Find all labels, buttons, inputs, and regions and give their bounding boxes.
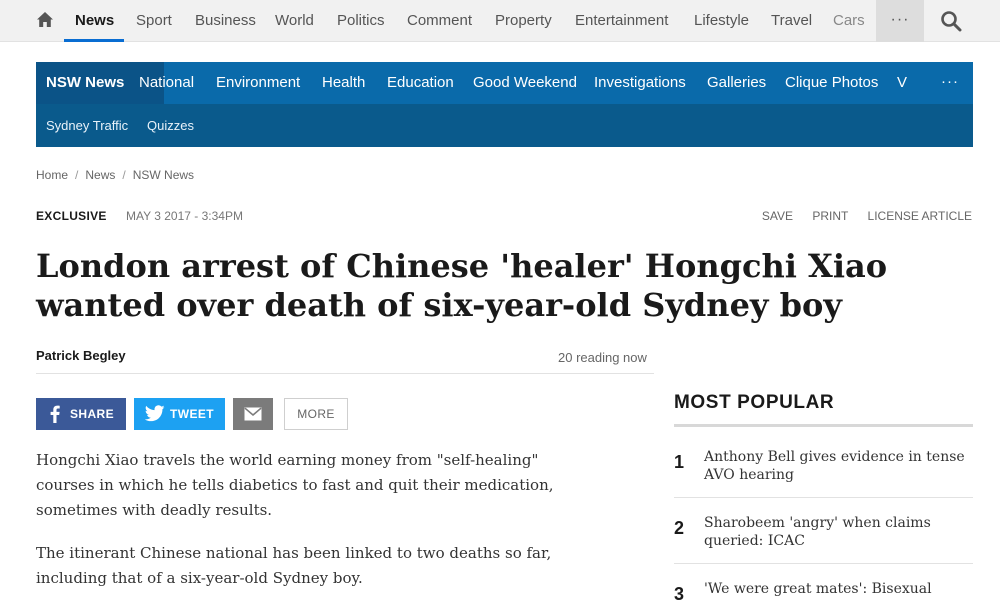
article-paragraph: The itinerant Chinese national has been …: [36, 544, 552, 587]
facebook-icon: [50, 405, 60, 423]
section-item-quizzes[interactable]: Quizzes: [147, 118, 194, 133]
section-nav-more-button[interactable]: ···: [941, 73, 959, 90]
section-nav: NSW News National Environment Health Edu…: [36, 62, 973, 147]
divider: [674, 563, 973, 564]
license-article-button[interactable]: LICENSE ARTICLE: [868, 209, 972, 223]
section-item-education[interactable]: Education: [387, 74, 454, 91]
breadcrumb-home[interactable]: Home: [36, 168, 68, 182]
nav-item-lifestyle[interactable]: Lifestyle: [694, 12, 749, 29]
nav-item-politics[interactable]: Politics: [337, 12, 385, 29]
nav-more-button[interactable]: ···: [876, 0, 924, 42]
section-item-nsw-news[interactable]: NSW News: [46, 74, 124, 91]
breadcrumb-news[interactable]: News: [85, 168, 115, 182]
active-nav-underline: [64, 39, 124, 42]
article-date: MAY 3 2017 - 3:34PM: [126, 209, 243, 223]
exclusive-label: EXCLUSIVE: [36, 209, 107, 223]
divider: [36, 373, 654, 374]
article-headline: London arrest of Chinese 'healer' Hongch…: [36, 247, 888, 324]
section-item-galleries[interactable]: Galleries: [707, 74, 766, 91]
rank-number: 3: [674, 584, 685, 600]
nav-item-news[interactable]: News: [75, 12, 114, 29]
print-button[interactable]: PRINT: [812, 209, 848, 223]
divider: [674, 497, 973, 498]
search-icon[interactable]: [940, 10, 962, 32]
nav-item-comment[interactable]: Comment: [407, 12, 472, 29]
story-link[interactable]: 'We were great mates': Bisexual: [704, 580, 969, 598]
section-nav-primary: NSW News National Environment Health Edu…: [36, 62, 973, 104]
email-share-button[interactable]: [233, 398, 273, 430]
nav-item-property[interactable]: Property: [495, 12, 552, 29]
story-link[interactable]: Sharobeem 'angry' when claims queried: I…: [704, 514, 969, 550]
save-button[interactable]: SAVE: [762, 209, 793, 223]
author-byline[interactable]: Patrick Begley: [36, 348, 126, 363]
section-item-environment[interactable]: Environment: [216, 74, 300, 91]
twitter-tweet-label: TWEET: [170, 407, 214, 421]
facebook-share-button[interactable]: SHARE: [36, 398, 126, 430]
section-item-investigations[interactable]: Investigations: [594, 74, 686, 91]
article-paragraph: Hongchi Xiao travels the world earning m…: [36, 451, 554, 519]
home-icon[interactable]: [36, 11, 54, 29]
story-link[interactable]: Anthony Bell gives evidence in tense AVO…: [704, 448, 969, 484]
section-item-good-weekend[interactable]: Good Weekend: [473, 74, 577, 91]
section-item-sydney-traffic[interactable]: Sydney Traffic: [46, 118, 128, 133]
twitter-tweet-button[interactable]: TWEET: [134, 398, 225, 430]
twitter-icon: [145, 405, 165, 422]
breadcrumb-separator: /: [122, 168, 126, 182]
breadcrumb-separator: /: [75, 168, 79, 182]
breadcrumb-nsw-news[interactable]: NSW News: [133, 168, 194, 182]
section-item-national[interactable]: National: [139, 74, 194, 91]
section-item-health[interactable]: Health: [322, 74, 365, 91]
article-tools: SAVE PRINT LICENSE ARTICLE: [746, 209, 972, 223]
nav-item-world[interactable]: World: [275, 12, 314, 29]
email-icon: [244, 407, 262, 421]
nav-item-sport[interactable]: Sport: [136, 12, 172, 29]
most-popular-divider: [674, 424, 973, 427]
nav-item-travel[interactable]: Travel: [771, 12, 812, 29]
top-nav: News Sport Business World Politics Comme…: [0, 0, 1000, 42]
facebook-share-label: SHARE: [70, 407, 115, 421]
nav-item-business[interactable]: Business: [195, 12, 256, 29]
nav-item-entertainment[interactable]: Entertainment: [575, 12, 668, 29]
breadcrumb: Home / News / NSW News: [36, 168, 194, 182]
section-item-clique-photos[interactable]: Clique Photos: [785, 74, 878, 91]
rank-number: 2: [674, 518, 685, 538]
nav-item-cars[interactable]: Cars: [833, 12, 865, 29]
more-share-button[interactable]: MORE: [284, 398, 348, 430]
section-item-v[interactable]: V: [897, 74, 907, 91]
rank-number: 1: [674, 452, 685, 472]
most-popular-title: MOST POPULAR: [674, 392, 835, 413]
reading-count: 20 reading now: [558, 350, 647, 365]
